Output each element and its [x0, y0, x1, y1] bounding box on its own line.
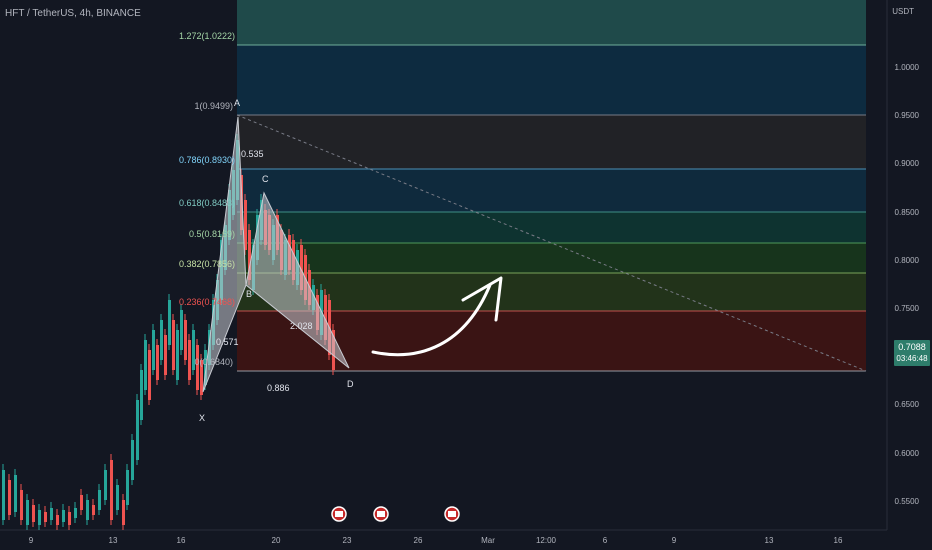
time-tick: 9: [672, 536, 677, 545]
candle-body: [172, 320, 175, 370]
candle-body: [131, 440, 134, 480]
flag-icon[interactable]: [331, 506, 347, 522]
price-tick: 1.0000: [895, 63, 920, 72]
axis-currency: USDT: [892, 7, 914, 16]
ratio-xb-label: 0.571: [216, 337, 239, 347]
time-tick: 13: [109, 536, 118, 545]
fib-label-0236: 0.236(0.7468): [179, 297, 235, 307]
price-chart[interactable]: 1.272(1.0222) 1(0.9499) 0.786(0.8930) 0.…: [0, 0, 932, 550]
time-tick: 23: [343, 536, 352, 545]
last-price-value: 0.7088: [898, 342, 926, 352]
point-c-label: C: [262, 174, 269, 184]
ratio-ac-label: 0.535: [241, 149, 264, 159]
candle-body: [176, 330, 179, 380]
candle-body: [116, 485, 119, 510]
fib-label-05: 0.5(0.8169): [189, 229, 235, 239]
fib-zones: [237, 0, 866, 371]
candle-body: [188, 340, 191, 380]
point-x-label: X: [199, 413, 205, 423]
candle-body: [74, 508, 77, 518]
price-tick: 0.7500: [895, 304, 920, 313]
time-tick: 16: [177, 536, 186, 545]
candle-body: [122, 500, 125, 525]
bar-countdown: 03:46:48: [896, 354, 928, 363]
price-tick: 0.5500: [895, 497, 920, 506]
candle-body: [14, 475, 17, 512]
candle-body: [62, 510, 65, 522]
candle-body: [160, 320, 163, 360]
flag-icon[interactable]: [373, 506, 389, 522]
candle-body: [68, 512, 71, 525]
candle-body: [156, 345, 159, 380]
candle-body: [152, 330, 155, 370]
candle-body: [44, 512, 47, 522]
price-tick: 0.9500: [895, 111, 920, 120]
fib-zone-5: [237, 212, 866, 243]
candle-body: [164, 335, 167, 375]
time-tick: 20: [272, 536, 281, 545]
time-tick: 13: [765, 536, 774, 545]
time-tick: 16: [834, 536, 843, 545]
fib-label-0: 0(0.6840): [194, 357, 233, 367]
ratio-bd-label: 2.028: [290, 321, 313, 331]
ratio-xd-label: 0.886: [267, 383, 290, 393]
candle-body: [8, 480, 11, 515]
fib-label-1: 1(0.9499): [194, 101, 233, 111]
event-flags[interactable]: [331, 506, 460, 522]
fib-label-0382: 0.382(0.7856): [179, 259, 235, 269]
candle-body: [110, 460, 113, 520]
fib-label-0618: 0.618(0.8483): [179, 198, 235, 208]
candle-body: [38, 510, 41, 525]
candle-body: [86, 500, 89, 520]
fib-label-0786: 0.786(0.8930): [179, 155, 235, 165]
candle-body: [180, 310, 183, 350]
point-d-label: D: [347, 379, 354, 389]
candle-body: [140, 370, 143, 420]
candle-body: [168, 300, 171, 345]
candle-body: [148, 350, 151, 400]
fib-zone-1: [237, 0, 866, 45]
candle-body: [104, 470, 107, 500]
fib-zone-2: [237, 45, 866, 115]
time-tick: 12:00: [536, 536, 557, 545]
price-tick: 0.9000: [895, 159, 920, 168]
fib-label-1272: 1.272(1.0222): [179, 31, 235, 41]
time-tick: Mar: [481, 536, 495, 545]
candle-body: [92, 505, 95, 515]
candle-body: [136, 400, 139, 460]
candle-body: [196, 345, 199, 390]
candle-body: [20, 490, 23, 520]
price-tick: 0.6000: [895, 449, 920, 458]
fib-zone-3: [237, 115, 866, 169]
point-b-label: B: [246, 289, 252, 299]
candle-body: [26, 500, 29, 525]
candle-body: [126, 470, 129, 505]
price-tick: 0.6500: [895, 400, 920, 409]
last-price-badge: 0.7088 03:46:48: [894, 340, 930, 366]
candle-body: [50, 508, 53, 520]
candle-body: [184, 320, 187, 360]
fib-zone-7: [237, 273, 866, 311]
candle-body: [80, 495, 83, 510]
time-tick: 6: [603, 536, 608, 545]
point-a-label: A: [234, 98, 240, 108]
flag-icon[interactable]: [444, 506, 460, 522]
symbol-title: HFT / TetherUS, 4h, BINANCE: [5, 8, 141, 19]
candle-body: [56, 515, 59, 525]
time-tick: 9: [29, 536, 34, 545]
fib-zone-4: [237, 169, 866, 212]
candle-body: [32, 505, 35, 522]
fib-zone-6: [237, 243, 866, 273]
candle-body: [98, 490, 101, 510]
time-tick: 26: [414, 536, 423, 545]
candle-body: [144, 340, 147, 390]
candle-body: [2, 470, 5, 520]
price-tick: 0.8000: [895, 256, 920, 265]
price-tick: 0.8500: [895, 208, 920, 217]
